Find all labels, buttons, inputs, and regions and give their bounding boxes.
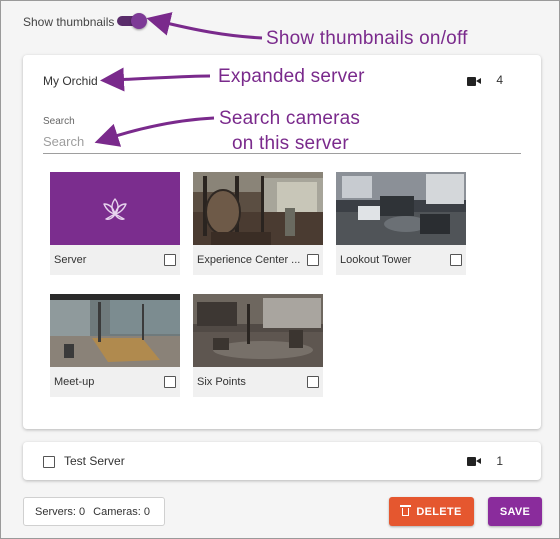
annotation-expanded: Expanded server xyxy=(218,66,365,87)
server-thumbnail xyxy=(50,172,180,245)
delete-label: DELETE xyxy=(416,506,462,518)
tile-label: Meet-up xyxy=(54,376,95,388)
tile-checkbox[interactable] xyxy=(164,254,176,266)
camera-tile-six-points[interactable]: Six Points xyxy=(193,294,323,397)
tile-label: Six Points xyxy=(197,376,246,388)
camera-thumbnail xyxy=(50,294,180,367)
tile-label: Lookout Tower xyxy=(340,254,412,266)
annotation-toggle: Show thumbnails on/off xyxy=(266,28,468,49)
camera-tile-experience-center[interactable]: Experience Center ... xyxy=(193,172,323,275)
tile-checkbox[interactable] xyxy=(307,254,319,266)
tile-label: Server xyxy=(54,254,87,266)
server-camera-count: 1 xyxy=(496,454,503,468)
servers-count: Servers: 0 xyxy=(35,506,86,518)
cameras-count: Cameras: 0 xyxy=(93,506,150,518)
show-thumbnails-toggle[interactable] xyxy=(117,13,147,29)
camera-thumbnail xyxy=(336,172,466,245)
delete-button[interactable]: DELETE xyxy=(389,497,474,526)
camera-icon xyxy=(467,77,481,86)
toggle-knob xyxy=(131,13,147,29)
camera-thumbnail xyxy=(193,294,323,367)
annotation-search-1: Search cameras xyxy=(219,108,361,129)
tile-checkbox[interactable] xyxy=(450,254,462,266)
server-name[interactable]: My Orchid xyxy=(43,74,98,88)
annotation-search-2: on this server xyxy=(232,133,349,154)
server-name: Test Server xyxy=(64,454,125,468)
orchid-logo-icon xyxy=(103,197,127,220)
tile-checkbox[interactable] xyxy=(164,376,176,388)
tile-label: Experience Center ... xyxy=(197,254,301,266)
server-checkbox[interactable] xyxy=(43,456,55,468)
camera-tile-meet-up[interactable]: Meet-up xyxy=(50,294,180,397)
tile-checkbox[interactable] xyxy=(307,376,319,388)
camera-icon xyxy=(467,457,481,466)
server-card-collapsed[interactable]: Test Server 1 xyxy=(23,442,541,480)
show-thumbnails-label: Show thumbnails xyxy=(23,15,115,29)
trash-icon xyxy=(400,505,412,516)
selection-stats: Servers: 0 Cameras: 0 xyxy=(23,497,165,526)
camera-thumbnail xyxy=(193,172,323,245)
save-button[interactable]: SAVE xyxy=(488,497,542,526)
search-label: Search xyxy=(43,116,75,127)
server-camera-count: 4 xyxy=(496,73,503,87)
camera-tile-server[interactable]: Server xyxy=(50,172,180,275)
camera-tile-lookout-tower[interactable]: Lookout Tower xyxy=(336,172,466,275)
